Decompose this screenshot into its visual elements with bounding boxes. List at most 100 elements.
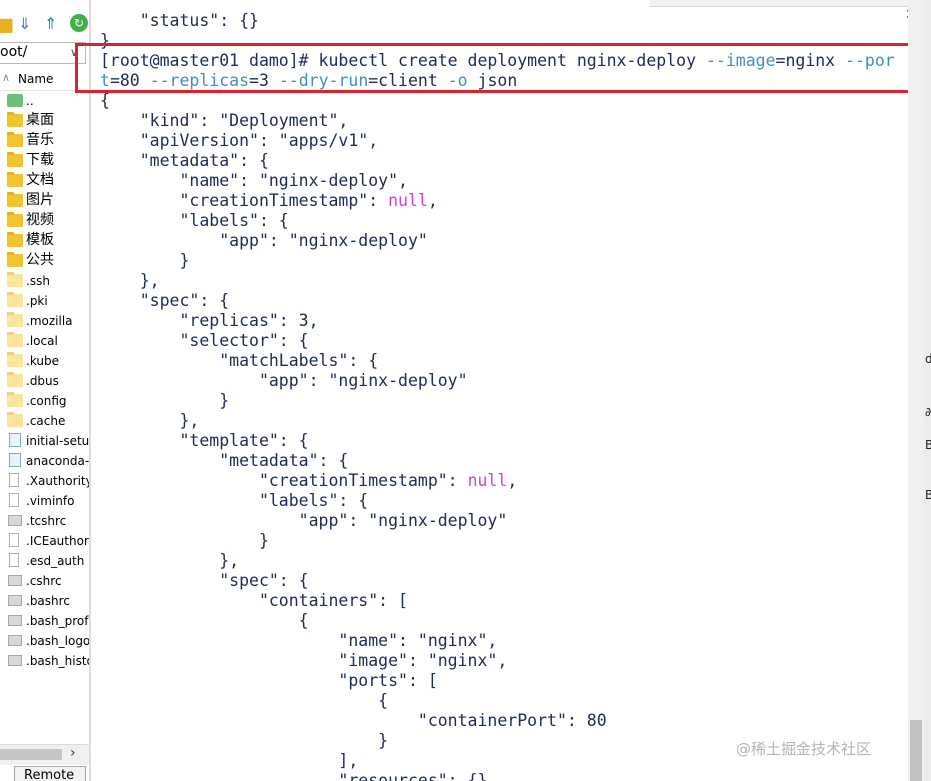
path-input[interactable]: oot/ ∨	[0, 42, 86, 64]
file-name: .ssh	[26, 274, 50, 288]
file-list-item[interactable]: .cshrc	[0, 571, 89, 591]
folder-icon	[7, 132, 23, 147]
file-list-item[interactable]: .esd_auth	[0, 551, 89, 571]
file-list-item[interactable]: .kube	[0, 351, 89, 371]
file-list-item[interactable]: .pki	[0, 291, 89, 311]
file-list-item[interactable]: .ssh	[0, 271, 89, 291]
file-name: .kube	[26, 354, 59, 368]
file-list-item[interactable]: .config	[0, 391, 89, 411]
file-list-item[interactable]: 图片	[0, 191, 89, 211]
file-icon	[8, 515, 22, 526]
file-list-item[interactable]: 音乐	[0, 131, 89, 151]
file-list: .. 桌面音乐下载文档图片视频模板公共 .ssh .pki .mozilla .local…	[0, 91, 89, 671]
file-list-item[interactable]: .cache	[0, 411, 89, 431]
download-icon[interactable]: ⇓	[18, 14, 31, 34]
folder-icon	[7, 272, 23, 287]
file-name: 图片	[26, 192, 54, 208]
file-name: .cshrc	[26, 574, 62, 588]
file-name: .ICEauthor	[26, 534, 89, 548]
terminal-output: "status": {} } [root@master01 damo]# kub…	[100, 11, 895, 781]
background-window	[924, 0, 931, 781]
file-list-item[interactable]: anaconda-	[0, 451, 89, 471]
folder-icon	[7, 232, 23, 247]
file-list-item[interactable]: .mozilla	[0, 311, 89, 331]
folder-icon[interactable]: ▆	[0, 14, 12, 34]
watermark: @稀土掘金技术社区	[736, 740, 872, 758]
file-list-item[interactable]: .bash_logo	[0, 631, 89, 651]
file-name: 下载	[26, 152, 54, 168]
folder-icon	[7, 412, 23, 427]
file-list-item[interactable]: 视频	[0, 211, 89, 231]
file-name: .bash_histo	[26, 654, 89, 668]
file-name: 公共	[26, 252, 54, 268]
file-name: .cache	[26, 414, 66, 428]
upload-icon[interactable]: ⇑	[44, 14, 57, 34]
file-name: .bash_prof	[26, 614, 89, 628]
folder-icon	[7, 172, 23, 187]
file-list-item[interactable]: 下载	[0, 151, 89, 171]
file-icon	[9, 533, 19, 547]
background-window-glyph: d	[925, 352, 931, 366]
file-icon	[9, 453, 21, 467]
scrollbar-thumb[interactable]	[0, 749, 62, 760]
file-name: .local	[26, 334, 58, 348]
folder-icon	[7, 352, 23, 367]
file-name: 音乐	[26, 132, 54, 148]
file-list-item[interactable]: initial-setu	[0, 431, 89, 451]
terminal[interactable]: "status": {} } [root@master01 damo]# kub…	[91, 0, 908, 781]
file-name: anaconda-	[26, 454, 89, 468]
file-name: 模板	[26, 232, 54, 248]
file-list-item[interactable]: 公共	[0, 251, 89, 271]
chevron-right-icon[interactable]: ›	[70, 745, 76, 761]
horizontal-scrollbar[interactable]: ›	[0, 744, 89, 765]
file-name: .viminfo	[26, 494, 75, 508]
file-list-item[interactable]: .tcshrc	[0, 511, 89, 531]
folder-icon	[7, 152, 23, 167]
file-list-item[interactable]: 桌面	[0, 111, 89, 131]
file-list-item[interactable]: .viminfo	[0, 491, 89, 511]
window-tab-strip	[650, 0, 908, 7]
file-icon	[9, 473, 19, 487]
refresh-icon[interactable]: ↻	[70, 14, 88, 32]
scrollbar-thumb[interactable]	[910, 720, 922, 781]
remote-tab[interactable]: Remote	[14, 766, 86, 781]
highlight-box	[75, 43, 913, 93]
sort-up-icon: ∧	[2, 71, 11, 84]
file-icon	[9, 553, 19, 567]
folder-icon	[7, 372, 23, 387]
folder-icon	[7, 212, 23, 227]
folder-icon	[7, 292, 23, 307]
file-list-item[interactable]: .bash_prof	[0, 611, 89, 631]
background-window-glyph: B	[925, 438, 931, 452]
file-list-item[interactable]: ..	[0, 91, 89, 111]
file-list-item[interactable]: .ICEauthor	[0, 531, 89, 551]
file-list-item[interactable]: .bash_histo	[0, 651, 89, 671]
folder-icon	[7, 112, 23, 127]
folder-icon	[7, 332, 23, 347]
file-name: 视频	[26, 212, 54, 228]
folder-icon	[7, 312, 23, 327]
file-name: .mozilla	[26, 314, 73, 328]
vertical-scrollbar[interactable]	[908, 0, 924, 781]
folder-icon	[7, 392, 23, 407]
background-window-glyph: B	[925, 488, 931, 502]
file-list-item[interactable]: .Xauthority	[0, 471, 89, 491]
file-icon	[9, 493, 19, 507]
file-list-item[interactable]: .local	[0, 331, 89, 351]
file-list-item[interactable]: 文档	[0, 171, 89, 191]
file-icon	[8, 655, 22, 666]
file-list-item[interactable]: .dbus	[0, 371, 89, 391]
column-header-label: Name	[18, 72, 54, 86]
file-name: 桌面	[26, 112, 54, 128]
file-name: initial-setu	[26, 434, 89, 448]
file-icon	[9, 433, 21, 447]
file-name: 文档	[26, 172, 54, 188]
file-list-item[interactable]: .bashrc	[0, 591, 89, 611]
folder-icon	[7, 252, 23, 267]
file-name: ..	[26, 94, 34, 108]
file-icon	[8, 615, 22, 626]
background-window-glyph: ∂	[925, 405, 931, 419]
file-list-item[interactable]: 模板	[0, 231, 89, 251]
file-name: .dbus	[26, 374, 59, 388]
file-icon	[8, 575, 22, 586]
